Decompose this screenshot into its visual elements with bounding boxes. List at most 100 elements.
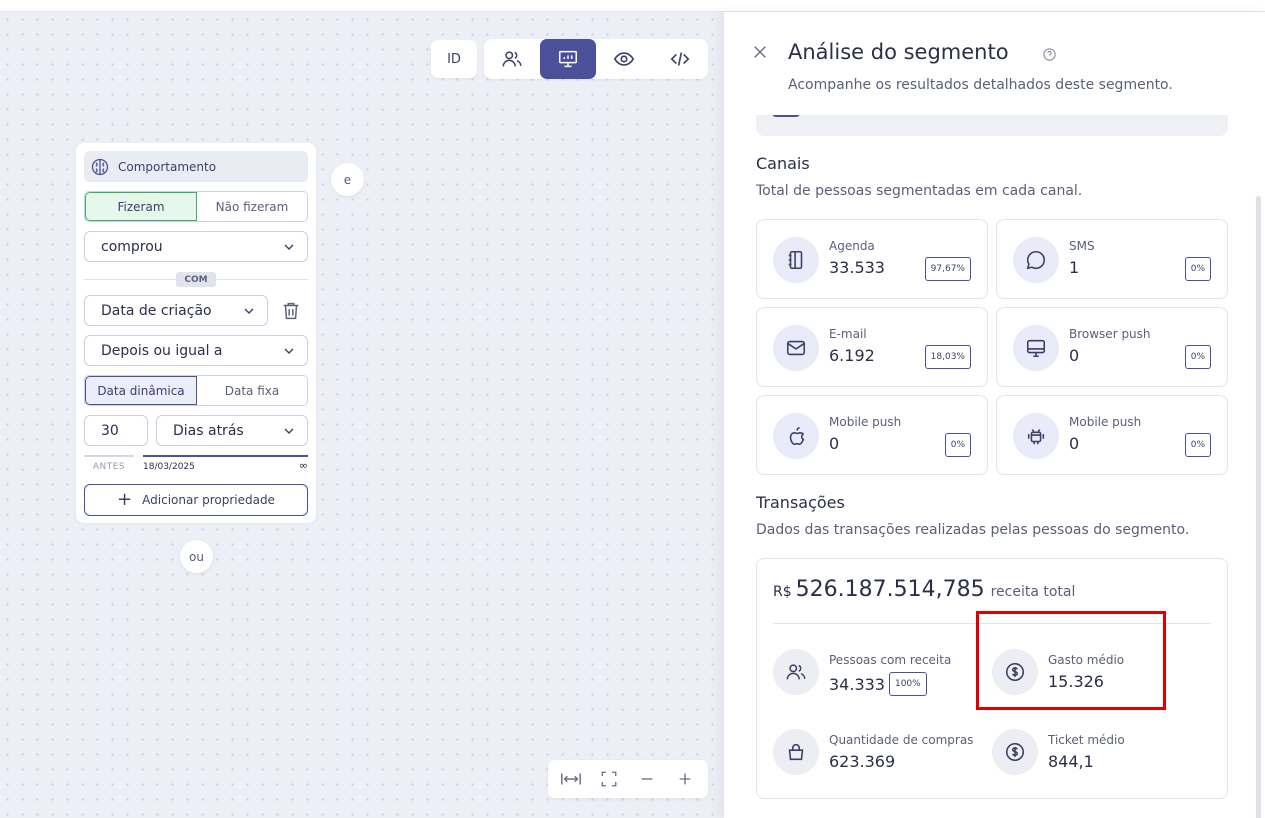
- metric-percent: 100%: [888, 672, 927, 696]
- audience-view-button[interactable]: [484, 39, 540, 79]
- channel-name: Mobile push: [829, 415, 902, 429]
- channel-card-mobile-push-android: Mobile push 0 0%: [996, 395, 1228, 475]
- or-connector[interactable]: ou: [180, 540, 213, 573]
- segment-analysis-panel: Análise do segmento Acompanhe os resulta…: [724, 12, 1265, 818]
- channel-name: Browser push: [1069, 327, 1151, 341]
- brain-icon: [90, 157, 110, 177]
- metric-value-row: 34.333 100%: [829, 672, 927, 696]
- channel-value: 0: [1069, 434, 1080, 453]
- and-connector[interactable]: e: [331, 163, 364, 196]
- metric-purchase-count: Quantidade de compras 623.369: [773, 729, 993, 779]
- did-toggle: Fizeram Não fizeram: [84, 191, 308, 222]
- dollar-coin-icon: [992, 729, 1038, 775]
- add-property-button[interactable]: + Adicionar propriedade: [84, 484, 308, 516]
- channel-percent: 0%: [1184, 433, 1211, 457]
- code-icon: [670, 52, 690, 66]
- close-icon[interactable]: [751, 43, 769, 61]
- total-revenue: R$ 526.187.514,785 receita total: [773, 577, 1075, 602]
- chevron-down-icon: [281, 239, 297, 255]
- eye-icon: [613, 52, 635, 66]
- channel-card-agenda: Agenda 33.533 97,67%: [756, 219, 988, 299]
- channel-percent: 18,03%: [924, 345, 971, 369]
- operator-select[interactable]: Depois ou igual a: [84, 335, 308, 366]
- filter-header: Comportamento: [84, 151, 308, 182]
- metric-average-spend: Gasto médio 15.326: [992, 649, 1212, 699]
- fullscreen-icon[interactable]: [591, 770, 627, 788]
- metric-value: 844,1: [1048, 752, 1094, 771]
- presentation-icon: [559, 50, 577, 68]
- revenue-label: receita total: [990, 584, 1076, 600]
- channel-name: E-mail: [829, 327, 867, 341]
- chevron-down-icon: [241, 303, 257, 319]
- channel-name: SMS: [1069, 239, 1095, 253]
- amount-input[interactable]: 30: [84, 415, 148, 446]
- date-mode-toggle: Data dinâmica Data fixa: [84, 375, 308, 406]
- monitor-icon: [1013, 325, 1059, 371]
- dollar-coin-icon: [992, 649, 1038, 695]
- metric-value: 623.369: [829, 752, 896, 771]
- metric-name: Quantidade de compras: [829, 733, 974, 747]
- fixed-date-option[interactable]: Data fixa: [197, 376, 307, 405]
- help-icon[interactable]: [1042, 47, 1057, 62]
- channel-card-browser-push: Browser push 0 0%: [996, 307, 1228, 387]
- channel-value: 33.533: [829, 258, 885, 277]
- fit-width-icon[interactable]: [553, 772, 589, 786]
- infinity-label: ∞: [298, 459, 308, 472]
- apple-icon: [773, 413, 819, 459]
- analysis-view-button[interactable]: [540, 39, 596, 79]
- trash-icon[interactable]: [280, 300, 302, 322]
- filter-header-label: Comportamento: [118, 159, 217, 174]
- behavior-filter-card: Comportamento Fizeram Não fizeram compro…: [76, 143, 316, 523]
- did-not-option[interactable]: Não fizeram: [197, 192, 307, 221]
- revenue-value: 526.187.514,785: [795, 577, 985, 602]
- transactions-subtitle: Dados das transações realizadas pelas pe…: [756, 522, 1190, 538]
- zoom-in-icon[interactable]: [667, 771, 703, 787]
- channel-card-mobile-push-ios: Mobile push 0 0%: [756, 395, 988, 475]
- android-icon: [1013, 413, 1059, 459]
- channel-value: 6.192: [829, 346, 875, 365]
- channel-percent: 0%: [944, 433, 971, 457]
- transactions-card: R$ 526.187.514,785 receita total Pessoas…: [756, 558, 1228, 799]
- channel-card-sms: SMS 1 0%: [996, 219, 1228, 299]
- shopping-bag-icon: [773, 729, 819, 775]
- transactions-title: Transações: [756, 493, 845, 512]
- channel-percent: 97,67%: [924, 257, 971, 281]
- channel-value: 0: [1069, 346, 1080, 365]
- panel-subtitle: Acompanhe os resultados detalhados deste…: [788, 77, 1173, 93]
- did-option[interactable]: Fizeram: [85, 192, 197, 221]
- action-select[interactable]: comprou: [84, 231, 308, 262]
- panel-title: Análise do segmento: [788, 40, 1009, 64]
- view-switcher: [484, 39, 708, 79]
- unit-select[interactable]: Dias atrás: [156, 415, 308, 446]
- channel-percent: 0%: [1184, 257, 1211, 281]
- plus-icon: +: [117, 489, 133, 510]
- id-view-button[interactable]: ID: [431, 40, 477, 78]
- property-select-value: Data de criação: [101, 302, 212, 319]
- property-select[interactable]: Data de criação: [84, 295, 268, 326]
- code-view-button[interactable]: [652, 39, 708, 79]
- top-bar: [0, 0, 1265, 12]
- operator-select-value: Depois ou igual a: [101, 342, 223, 359]
- unit-select-value: Dias atrás: [173, 422, 244, 439]
- channel-name: Mobile push: [1069, 415, 1142, 429]
- before-label: ANTES: [84, 455, 134, 472]
- preview-view-button[interactable]: [596, 39, 652, 79]
- channel-percent: 0%: [1184, 345, 1211, 369]
- zoom-out-icon[interactable]: [629, 771, 665, 787]
- dynamic-date-option[interactable]: Data dinâmica: [85, 376, 197, 405]
- panel-scrollbar[interactable]: [1256, 196, 1261, 818]
- metric-name: Gasto médio: [1048, 653, 1125, 667]
- channels-subtitle: Total de pessoas segmentadas em cada can…: [756, 183, 1083, 199]
- chevron-down-icon: [281, 343, 297, 359]
- metric-value: 34.333: [829, 674, 885, 694]
- channel-name: Agenda: [829, 239, 875, 253]
- metric-average-ticket: Ticket médio 844,1: [992, 729, 1212, 779]
- with-badge: COM: [176, 272, 216, 287]
- chat-icon: [1013, 237, 1059, 283]
- date-range-indicator: ANTES 18/03/2025 ∞: [84, 455, 308, 475]
- range-date: 18/03/2025: [143, 455, 308, 472]
- metric-people-with-revenue: Pessoas com receita 34.333 100%: [773, 649, 993, 699]
- users-icon: [502, 51, 522, 67]
- metric-name: Pessoas com receita: [829, 653, 952, 667]
- channel-value: 1: [1069, 258, 1080, 277]
